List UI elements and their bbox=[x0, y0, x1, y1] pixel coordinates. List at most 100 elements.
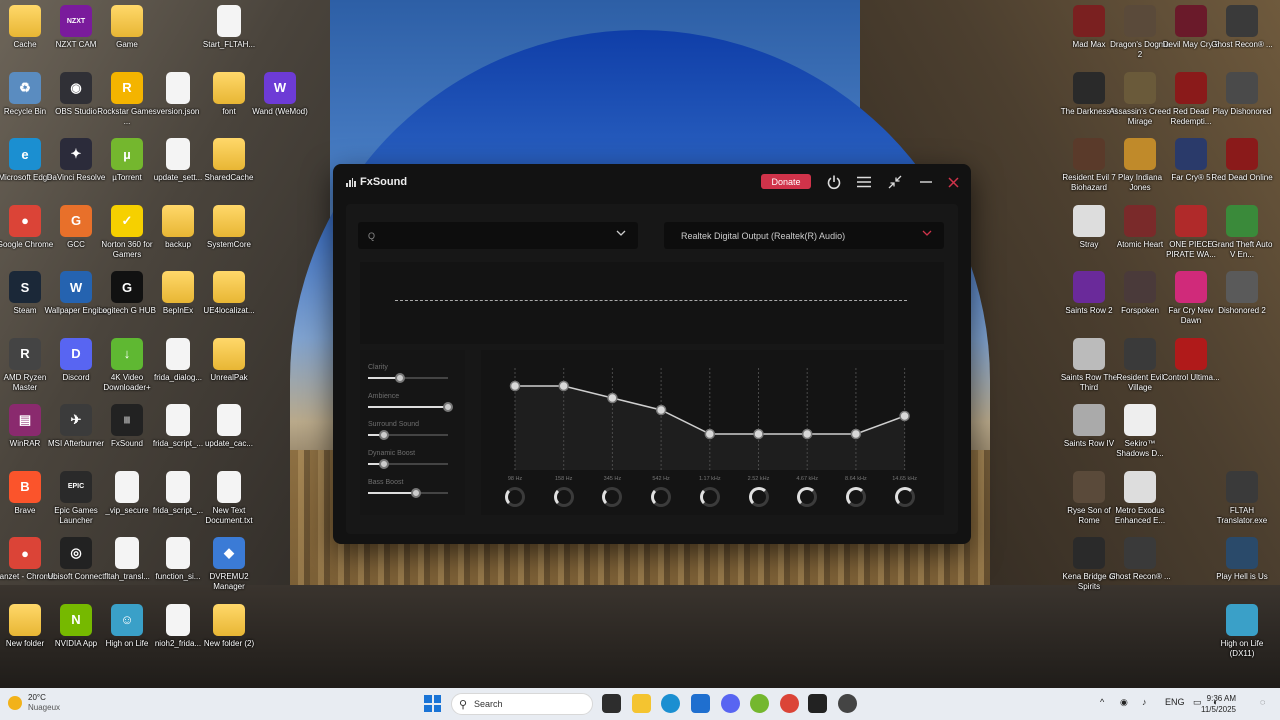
menu-icon[interactable] bbox=[854, 172, 874, 192]
eq-band-handle[interactable] bbox=[753, 428, 764, 440]
start-windows-icon[interactable] bbox=[424, 695, 441, 712]
folder-icon bbox=[162, 204, 194, 237]
slider-knob[interactable] bbox=[443, 401, 453, 412]
effect-slider[interactable]: Bass Boost bbox=[368, 478, 454, 498]
desktop-icon[interactable]: Grand Theft Auto V En... bbox=[1210, 204, 1274, 260]
eq-band-handle[interactable] bbox=[850, 428, 862, 440]
eq-band-handle[interactable] bbox=[509, 380, 521, 392]
desktop-icon[interactable]: Control Ultima... bbox=[1159, 337, 1223, 383]
slider-knob[interactable] bbox=[395, 373, 405, 383]
desktop-icon-label: UE4localizat... bbox=[203, 306, 255, 315]
desktop-icon[interactable]: SystemCore bbox=[197, 204, 261, 250]
desktop-icon[interactable]: SharedCache bbox=[197, 138, 261, 183]
discord-icon[interactable] bbox=[721, 694, 740, 713]
game-icon bbox=[1226, 537, 1258, 569]
eq-band-dial[interactable] bbox=[505, 487, 525, 507]
tray-app-icon[interactable]: ◉ bbox=[1120, 697, 1128, 708]
desktop-icon[interactable]: Metro Exodus Enhanced E... bbox=[1108, 470, 1172, 526]
eq-band-handle[interactable] bbox=[558, 380, 569, 392]
desktop-icon-label: Play Hell is Us bbox=[1216, 572, 1268, 581]
eq-band-handle[interactable] bbox=[899, 410, 910, 422]
weather-widget[interactable]: 20°C Nuageux bbox=[8, 693, 60, 713]
preset-dropdown[interactable]: Q bbox=[358, 222, 638, 249]
chrome-icon[interactable] bbox=[780, 694, 799, 713]
eq-band-handle[interactable] bbox=[801, 428, 813, 440]
desktop-icon[interactable]: New Text Document.txt bbox=[197, 470, 261, 526]
game-icon bbox=[1226, 71, 1258, 104]
app-icon: R bbox=[9, 337, 41, 370]
game-icon bbox=[1124, 470, 1156, 503]
game-icon bbox=[1124, 71, 1156, 104]
desktop-icon[interactable]: UnrealPak bbox=[197, 337, 261, 383]
task-view-icon[interactable] bbox=[602, 694, 621, 713]
desktop-icon[interactable]: W Wand (WeMod) bbox=[248, 71, 312, 117]
eq-band-handle[interactable] bbox=[607, 392, 618, 404]
utorrent-icon[interactable] bbox=[750, 694, 769, 713]
desktop-icon[interactable]: Ghost Recon® ... bbox=[1108, 537, 1172, 582]
eq-band-dial[interactable] bbox=[651, 487, 672, 507]
eq-band-dial[interactable] bbox=[699, 487, 720, 507]
desktop-icon[interactable]: Play Dishonored bbox=[1210, 71, 1274, 117]
donate-button[interactable]: Donate bbox=[761, 174, 811, 189]
desktop-icon-label: update_cac... bbox=[204, 439, 254, 448]
clock[interactable]: 9:36 AM 11/5/2025 bbox=[1201, 693, 1236, 715]
desktop-icon[interactable]: FLTAH Translator.exe bbox=[1210, 470, 1274, 526]
folder-icon bbox=[213, 337, 245, 370]
effect-slider[interactable]: Surround Sound bbox=[368, 421, 454, 441]
game-icon bbox=[1175, 337, 1207, 370]
effect-label: Bass Boost bbox=[368, 478, 404, 486]
eq-band-handle[interactable] bbox=[655, 404, 667, 416]
eq-band-label: 4.67 kHz bbox=[796, 476, 819, 482]
eq-band-dial[interactable] bbox=[845, 487, 866, 507]
file-icon bbox=[217, 404, 241, 436]
slider-knob[interactable] bbox=[379, 459, 389, 470]
desktop-icon[interactable]: Red Dead Online bbox=[1210, 138, 1274, 183]
effect-label: Ambience bbox=[368, 392, 400, 400]
slider-knob[interactable] bbox=[411, 487, 421, 498]
desktop-icon[interactable]: Start_FLTAH... bbox=[197, 5, 261, 50]
compact-mode-icon[interactable] bbox=[885, 172, 905, 192]
eq-band-handle[interactable] bbox=[704, 428, 716, 440]
desktop-icon[interactable]: Sekiro™ Shadows D... bbox=[1108, 404, 1172, 459]
language-indicator[interactable]: ENG bbox=[1165, 697, 1185, 707]
edge-icon[interactable] bbox=[661, 694, 680, 713]
file-explorer-icon[interactable] bbox=[632, 694, 651, 713]
game-icon bbox=[1124, 138, 1156, 170]
desktop-icon[interactable]: update_cac... bbox=[197, 404, 261, 449]
fxsound-taskbar-icon[interactable] bbox=[808, 694, 827, 713]
file-icon bbox=[166, 603, 190, 636]
app-taskbar-icon[interactable] bbox=[838, 694, 857, 713]
store-icon[interactable] bbox=[691, 694, 710, 713]
desktop-icon[interactable]: High on Life (DX11) bbox=[1210, 603, 1274, 659]
close-icon[interactable] bbox=[943, 172, 963, 192]
taskbar-search[interactable]: ⚲ Search bbox=[451, 693, 593, 715]
slider-knob[interactable] bbox=[379, 430, 389, 441]
desktop-icon[interactable]: Play Hell is Us bbox=[1210, 537, 1274, 582]
desktop-icon-label: Sekiro™ Shadows D... bbox=[1116, 439, 1164, 458]
folder-icon bbox=[111, 5, 143, 37]
file-icon bbox=[166, 470, 190, 503]
microphone-icon[interactable]: ♪ bbox=[1142, 697, 1147, 707]
eq-band-dial[interactable] bbox=[894, 487, 915, 507]
desktop-icon[interactable]: Game bbox=[95, 5, 159, 50]
eq-band-dial[interactable] bbox=[748, 487, 769, 507]
desktop-icon[interactable]: UE4localizat... bbox=[197, 271, 261, 316]
chevron-up-icon[interactable]: ^ bbox=[1100, 697, 1104, 707]
notification-bell-icon[interactable]: ◌ bbox=[1260, 697, 1265, 707]
minimize-icon[interactable] bbox=[916, 172, 936, 192]
eq-band-dial[interactable] bbox=[553, 487, 574, 507]
desktop-icon[interactable]: New folder (2) bbox=[197, 603, 261, 649]
desktop-icon[interactable]: Ghost Recon® ... bbox=[1210, 5, 1274, 50]
output-device-dropdown[interactable]: Realtek Digital Output (Realtek(R) Audio… bbox=[664, 222, 944, 249]
eq-band-label: 1.17 kHz bbox=[698, 476, 721, 482]
effect-slider[interactable]: Ambience bbox=[368, 392, 454, 412]
game-icon bbox=[1073, 271, 1105, 303]
effect-slider[interactable]: Clarity bbox=[368, 364, 454, 383]
game-icon bbox=[1124, 404, 1156, 436]
desktop-icon[interactable]: Dishonored 2 bbox=[1210, 271, 1274, 316]
folder-icon bbox=[9, 5, 41, 37]
desktop-icon[interactable]: ◆ DVREMU2 Manager bbox=[197, 537, 261, 592]
effect-slider[interactable]: Dynamic Boost bbox=[368, 450, 454, 470]
app-icon: G bbox=[60, 204, 92, 237]
power-icon[interactable] bbox=[824, 172, 844, 192]
